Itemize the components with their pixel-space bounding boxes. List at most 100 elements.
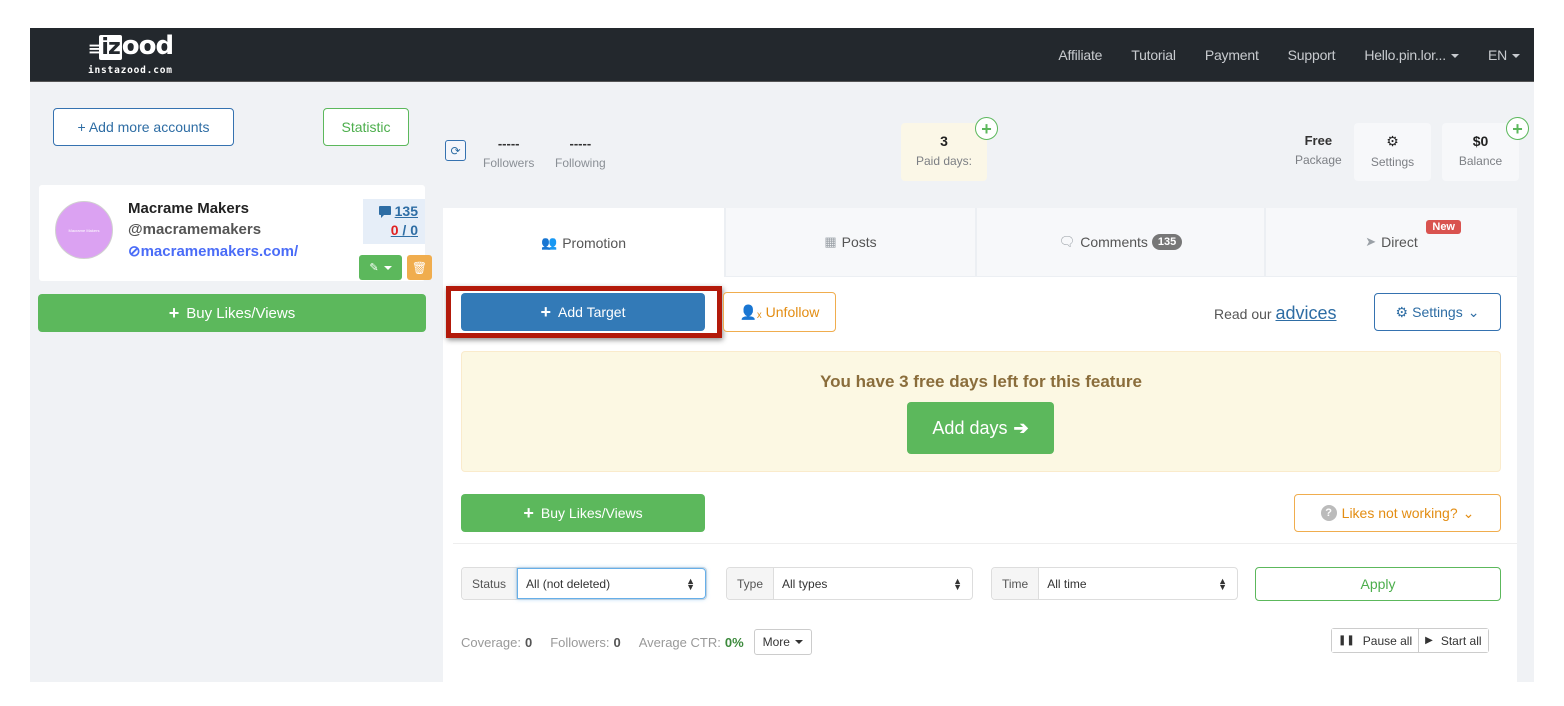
updown-icon: ▲ ▼ — [686, 575, 695, 592]
avatar: Macrame Makers — [55, 201, 113, 259]
add-days-label: Add days — [932, 417, 1008, 438]
logo-domain: instazood.com — [88, 65, 173, 76]
balance-label: Balance — [1458, 154, 1503, 168]
plus-icon: + — [981, 118, 992, 139]
tab-comments[interactable]: 🗨 Comments 135 — [977, 208, 1266, 277]
comments-badge: 135 — [1151, 234, 1183, 250]
advices-link[interactable]: advices — [1275, 303, 1336, 323]
free-days-alert: You have 3 free days left for this featu… — [461, 351, 1501, 472]
more-button[interactable]: More — [753, 629, 812, 655]
likes-not-working-label: Likes not working? — [1341, 505, 1458, 521]
account-website[interactable]: ⊘macramemakers.com/ — [128, 242, 298, 260]
start-all-button[interactable]: ▶ Start all — [1418, 629, 1488, 652]
following-value: ----- — [569, 136, 592, 151]
plus-icon: + — [523, 502, 534, 523]
logo-mark: ≡izood — [88, 31, 174, 61]
chevron-down-icon: ⌄ — [1467, 303, 1480, 320]
tab-promotion[interactable]: 👥 Promotion — [443, 208, 726, 277]
status-filter: Status All (not deleted) ▲ ▼ — [461, 567, 707, 600]
tab-direct[interactable]: ➤ Direct New — [1266, 208, 1517, 277]
type-filter: Type All types ▲ ▼ — [726, 567, 973, 600]
tab-posts[interactable]: ▦ Posts — [726, 208, 977, 277]
nav-support[interactable]: Support — [1288, 47, 1336, 63]
gear-icon: ⚙ — [1386, 133, 1399, 149]
arrow-right-icon: ➔ — [1013, 417, 1029, 438]
grid-icon: ▦ — [824, 234, 837, 249]
paid-days-label: Paid days: — [915, 154, 973, 168]
ctr-label: Average CTR: — [638, 634, 721, 650]
buy-likes-button[interactable]: + Buy Likes/Views — [461, 494, 705, 532]
add-balance-button[interactable]: + — [1506, 117, 1529, 140]
time-select[interactable]: All time ▲ ▼ — [1039, 568, 1237, 599]
pencil-icon: ✎ — [369, 262, 379, 274]
nav-affiliate[interactable]: Affiliate — [1058, 47, 1102, 63]
summary-bar: Coverage: 0 Followers: 0 Average CTR: 0% Mo… — [461, 629, 812, 655]
promotion-settings-button[interactable]: ⚙ Settings ⌄ — [1374, 293, 1501, 331]
user-menu-label: Hello.pin.lor... — [1364, 47, 1446, 63]
alert-message: You have 3 free days left for this featu… — [820, 372, 1142, 391]
new-badge: New — [1426, 220, 1461, 234]
caret-down-icon — [1512, 54, 1520, 59]
nav-payment[interactable]: Payment — [1205, 47, 1259, 63]
add-target-label: Add Target — [558, 304, 626, 320]
page: ≡izood instazood.com Affiliate Tutorial … — [30, 28, 1534, 682]
package-stat: Free Package — [1295, 133, 1342, 167]
refresh-button[interactable]: ⟳ — [445, 140, 466, 161]
compass-icon: ⊘ — [128, 243, 141, 260]
add-paid-days-button[interactable]: + — [975, 117, 998, 140]
followers-stat: ----- Followers — [483, 136, 534, 170]
chevron-down-icon: ⌄ — [1462, 504, 1475, 521]
paid-days-box: 3 Paid days: — [901, 123, 987, 181]
user-remove-icon: 👤ₓ — [739, 303, 762, 320]
ratio-link[interactable]: 0 / 0 — [363, 222, 418, 238]
updown-icon: ▲ ▼ — [953, 575, 962, 592]
account-card[interactable]: Macrame Makers Macrame Makers @macramema… — [39, 185, 432, 281]
tab-direct-label: Direct — [1381, 234, 1418, 250]
paper-plane-icon: ➤ — [1365, 234, 1377, 249]
ctr-value: 0% — [724, 634, 744, 650]
account-handle: @macramemakers — [128, 221, 262, 238]
statistic-button[interactable]: Statistic — [323, 108, 409, 146]
type-select[interactable]: All types ▲ ▼ — [774, 568, 972, 599]
sidebar-buy-likes-button[interactable]: + Buy Likes/Views — [38, 294, 426, 332]
add-target-button[interactable]: + Add Target — [461, 293, 705, 331]
edit-account-button[interactable]: ✎ — [359, 255, 402, 280]
status-select[interactable]: All (not deleted) ▲ ▼ — [517, 568, 706, 599]
following-label: Following — [555, 156, 606, 170]
coverage-stat: Coverage: 0 — [461, 635, 532, 650]
comments-count-link[interactable]: 135 — [363, 203, 418, 219]
unfollow-button[interactable]: 👤ₓ Unfollow — [723, 292, 836, 332]
add-more-accounts-button[interactable]: + Add more accounts — [53, 108, 234, 146]
main-panel: 👥 Promotion ▦ Posts 🗨 Comments 135 ➤ Direct N… — [443, 208, 1517, 682]
trash-icon: 🗑 — [411, 260, 428, 275]
plus-icon: + — [540, 301, 552, 322]
followers-summary-value: 0 — [613, 634, 621, 650]
followers-summary-stat: Followers: 0 — [550, 635, 620, 650]
likes-not-working-button[interactable]: ? Likes not working? ⌄ — [1294, 494, 1501, 532]
comment-icon — [378, 206, 391, 218]
ratio-left: 0 — [390, 222, 399, 238]
nav-tutorial[interactable]: Tutorial — [1131, 47, 1176, 63]
account-settings-button[interactable]: ⚙ Settings — [1354, 123, 1431, 181]
play-icon: ▶ — [1425, 635, 1433, 646]
user-menu[interactable]: Hello.pin.lor... — [1364, 47, 1459, 63]
add-days-button[interactable]: Add days ➔ — [907, 402, 1054, 454]
gear-icon: ⚙ — [1395, 303, 1409, 320]
package-value: Free — [1304, 133, 1333, 148]
logo[interactable]: ≡izood instazood.com — [88, 31, 174, 76]
caret-down-icon — [794, 640, 803, 644]
divider — [453, 543, 1517, 544]
pause-all-button[interactable]: ❚❚ Pause all — [1332, 629, 1419, 652]
language-menu[interactable]: EN — [1488, 47, 1520, 63]
tab-promotion-label: Promotion — [562, 234, 626, 251]
question-icon: ? — [1320, 505, 1337, 521]
apply-button[interactable]: Apply — [1255, 567, 1501, 601]
delete-account-button[interactable]: 🗑 — [407, 255, 432, 280]
time-filter: Time All time ▲ ▼ — [991, 567, 1238, 600]
navbar: ≡izood instazood.com Affiliate Tutorial … — [30, 28, 1534, 82]
more-label: More — [762, 635, 790, 649]
plus-icon: + — [1512, 118, 1523, 139]
comments-count: 135 — [394, 203, 418, 219]
type-select-value: All types — [782, 576, 828, 591]
nav-links: Affiliate Tutorial Payment Support Hello… — [1029, 28, 1520, 82]
